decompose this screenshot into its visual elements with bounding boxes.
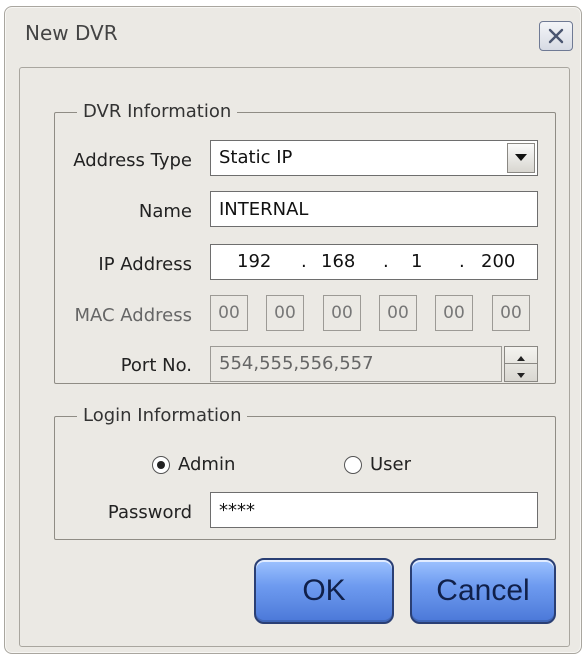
window-title: New DVR <box>25 21 118 45</box>
dvr-information-legend: DVR Information <box>77 101 238 122</box>
mac-octet-5: 00 <box>435 295 473 331</box>
ip-octet-3[interactable]: 1 <box>411 245 422 279</box>
password-label: Password <box>107 502 192 523</box>
ip-dot: . <box>459 251 465 272</box>
chevron-down-icon <box>514 141 528 175</box>
mac-octet-3: 00 <box>323 295 361 331</box>
radio-user[interactable]: User <box>344 454 411 475</box>
ip-address-label: IP Address <box>98 254 192 275</box>
name-label: Name <box>138 201 192 222</box>
address-type-select[interactable]: Static IP <box>210 140 538 176</box>
mac-octet-4: 00 <box>379 295 417 331</box>
radio-selected-icon <box>152 455 170 474</box>
login-information-legend: Login Information <box>77 405 248 426</box>
radio-admin-label: Admin <box>178 454 236 475</box>
address-type-label: Address Type <box>73 150 192 171</box>
mac-octet-1: 00 <box>210 295 248 331</box>
close-button[interactable] <box>539 21 573 51</box>
port-label: Port No. <box>120 355 192 376</box>
dialog-body: DVR Information Address Type Static IP N… <box>19 67 570 647</box>
ip-address-input[interactable]: 192 . 168 . 1 . 200 <box>210 244 538 280</box>
port-input[interactable]: 554,555,556,557 <box>210 346 502 382</box>
cancel-button[interactable]: Cancel <box>410 558 556 624</box>
ip-octet-2[interactable]: 168 <box>321 245 355 279</box>
mac-octet-6: 00 <box>492 295 530 331</box>
ip-dot: . <box>301 251 307 272</box>
dropdown-arrow-button[interactable] <box>507 143 535 173</box>
chevron-down-icon <box>517 362 525 383</box>
address-type-value: Static IP <box>219 147 293 168</box>
radio-unselected-icon <box>344 455 362 474</box>
port-spinner[interactable] <box>504 346 538 382</box>
radio-user-label: User <box>370 454 412 475</box>
ip-octet-1[interactable]: 192 <box>237 245 271 279</box>
mac-address-label: MAC Address <box>74 305 192 326</box>
ip-octet-4[interactable]: 200 <box>481 245 515 279</box>
name-input[interactable] <box>210 191 538 227</box>
close-icon <box>546 26 566 46</box>
password-input[interactable] <box>210 492 538 528</box>
new-dvr-dialog: New DVR DVR Information Address Type Sta… <box>4 6 582 654</box>
ok-button[interactable]: OK <box>254 558 394 624</box>
ip-dot: . <box>383 251 389 272</box>
spin-down-button[interactable] <box>505 364 537 381</box>
radio-admin[interactable]: Admin <box>152 454 235 475</box>
mac-octet-2: 00 <box>266 295 304 331</box>
